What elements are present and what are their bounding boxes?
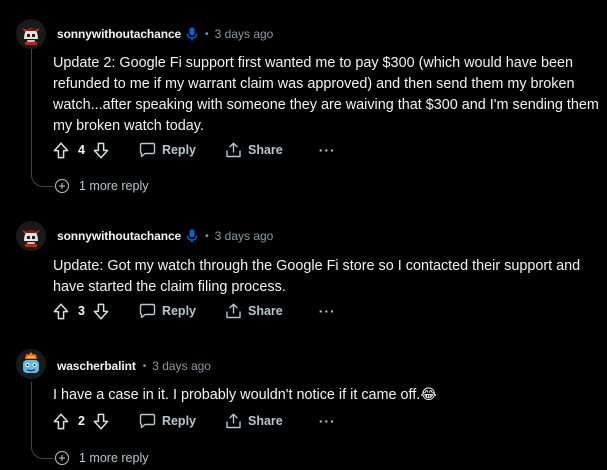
upvote-button[interactable] (53, 141, 69, 159)
reply-label: Reply (161, 304, 196, 318)
comment-text: I have a case in it. I probably wouldn't… (53, 387, 438, 403)
comment-header: sonnywithoutachance • 3 days ago (57, 227, 273, 245)
plus-circle-icon: + (55, 451, 69, 465)
timestamp[interactable]: 3 days ago (152, 359, 211, 373)
avatar[interactable] (16, 221, 46, 251)
thread-line (31, 48, 54, 187)
username[interactable]: sonnywithoutachance (57, 229, 181, 243)
upvote-button[interactable] (53, 412, 69, 430)
downvote-arrow-icon (93, 413, 109, 430)
username[interactable]: sonnywithoutachance (57, 27, 181, 41)
comment-text: Update 2: Google Fi support first wanted… (53, 55, 599, 134)
more-options-button[interactable]: ··· (319, 413, 336, 429)
avatar[interactable] (16, 349, 46, 379)
microphone-icon (186, 27, 198, 41)
share-button[interactable]: Share (225, 142, 283, 158)
reply-button[interactable]: Reply (139, 142, 196, 158)
reply-label: Reply (161, 143, 196, 157)
separator-dot: • (205, 28, 209, 40)
downvote-button[interactable] (93, 413, 109, 430)
comment-bubble-icon (139, 413, 156, 429)
reply-label: Reply (161, 414, 196, 428)
share-icon (226, 303, 241, 319)
more-replies-link[interactable]: + 1 more reply (55, 176, 148, 196)
microphone-icon (186, 229, 198, 243)
share-label: Share (248, 143, 283, 157)
comment-actions: 4 Reply Share ··· (53, 139, 336, 161)
more-options-button[interactable]: ··· (319, 142, 336, 158)
upvote-button[interactable] (53, 302, 69, 320)
thread-line (31, 382, 54, 459)
comment-body: Update 2: Google Fi support first wanted… (53, 53, 601, 137)
comment-header: sonnywithoutachance • 3 days ago (57, 25, 273, 43)
more-options-button[interactable]: ··· (319, 303, 336, 319)
share-label: Share (248, 414, 283, 428)
timestamp[interactable]: 3 days ago (215, 27, 274, 41)
username[interactable]: wascherbalint (57, 359, 136, 373)
separator-dot: • (205, 230, 209, 242)
downvote-button[interactable] (93, 142, 109, 159)
more-replies-link[interactable]: + 1 more reply (55, 448, 148, 468)
vote-count: 3 (78, 304, 85, 318)
plus-circle-icon: + (55, 179, 69, 193)
comment-actions: 3 Reply Share ··· (53, 300, 336, 322)
reply-button[interactable]: Reply (139, 303, 196, 319)
comment-bubble-icon (139, 142, 156, 158)
comment-text: Update: Got my watch through the Google … (53, 258, 581, 295)
downvote-button[interactable] (93, 303, 109, 320)
comment-actions: 2 Reply Share ··· (53, 410, 336, 432)
upvote-arrow-icon (53, 302, 69, 319)
more-replies-label: 1 more reply (79, 451, 149, 465)
share-label: Share (248, 304, 283, 318)
separator-dot: • (142, 360, 147, 372)
downvote-arrow-icon (93, 142, 109, 159)
downvote-arrow-icon (93, 303, 109, 320)
more-replies-label: 1 more reply (79, 179, 149, 193)
comment-body: I have a case in it. I probably wouldn't… (53, 385, 601, 406)
vote-count: 4 (78, 143, 85, 157)
timestamp[interactable]: 3 days ago (215, 229, 274, 243)
share-icon (226, 413, 241, 429)
share-button[interactable]: Share (225, 303, 283, 319)
upvote-arrow-icon (53, 141, 69, 158)
vote-count: 2 (78, 414, 85, 428)
reply-button[interactable]: Reply (139, 413, 196, 429)
share-icon (226, 142, 241, 158)
avatar[interactable] (16, 19, 46, 49)
comment-body: Update: Got my watch through the Google … (53, 256, 601, 298)
share-button[interactable]: Share (225, 413, 283, 429)
upvote-arrow-icon (53, 412, 69, 429)
comment-thread: sonnywithoutachance • 3 days ago Update … (0, 0, 607, 470)
comment-bubble-icon (139, 303, 156, 319)
comment-header: wascherbalint • 3 days ago (57, 357, 211, 375)
